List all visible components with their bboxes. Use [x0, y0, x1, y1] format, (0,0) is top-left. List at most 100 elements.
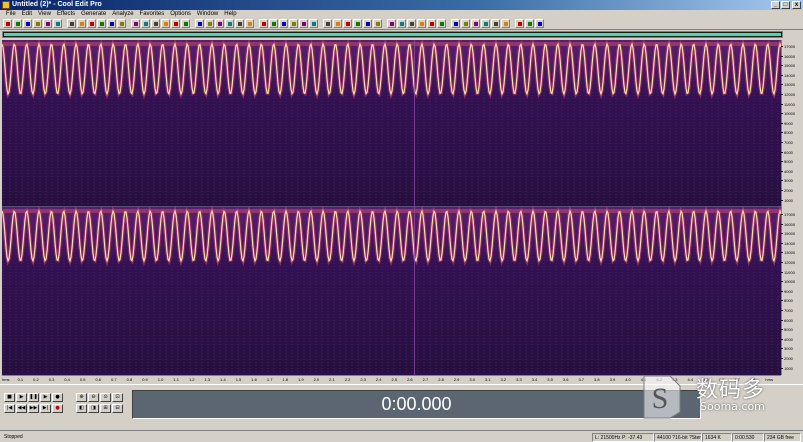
effect-13-icon[interactable]: [363, 19, 372, 28]
fast-forward-button[interactable]: ▶▶: [28, 404, 39, 413]
effect-24-icon[interactable]: [481, 19, 490, 28]
spectral-view-glyph: [110, 22, 114, 26]
effect-15-icon[interactable]: [387, 19, 396, 28]
zoom-full-icon[interactable]: ⊙: [100, 393, 111, 402]
select-tool-icon[interactable]: [141, 19, 150, 28]
effect-21-icon[interactable]: [451, 19, 460, 28]
menu-edit[interactable]: Edit: [19, 10, 35, 18]
stop-button[interactable]: ■: [4, 393, 15, 402]
effect-4-icon[interactable]: [269, 19, 278, 28]
cd-tool-icon[interactable]: [205, 19, 214, 28]
effect-3-glyph: [262, 22, 266, 26]
loop-icon[interactable]: [171, 19, 180, 28]
zoom-in-vertical-icon[interactable]: ⊞: [100, 404, 111, 413]
effect-19-icon[interactable]: [427, 19, 436, 28]
effect-1-icon[interactable]: [235, 19, 244, 28]
multitrack-view-icon[interactable]: [131, 19, 140, 28]
rewind-button[interactable]: ◀◀: [16, 404, 27, 413]
effect-5-icon[interactable]: [279, 19, 288, 28]
waveform-view-icon[interactable]: [117, 19, 126, 28]
effect-20-icon[interactable]: [437, 19, 446, 28]
maximize-button[interactable]: □: [781, 1, 790, 9]
effect-28-icon[interactable]: [525, 19, 534, 28]
spectral-view-icon[interactable]: [107, 19, 116, 28]
effect-18-icon[interactable]: [417, 19, 426, 28]
zoom-left-icon[interactable]: ◧: [76, 404, 87, 413]
hand-tool-icon[interactable]: [151, 19, 160, 28]
record-button[interactable]: ●: [52, 393, 63, 402]
effect-29-icon[interactable]: [535, 19, 544, 28]
effect-27-icon[interactable]: [515, 19, 524, 28]
overview-visible-range[interactable]: [4, 33, 781, 36]
effect-12-icon[interactable]: [353, 19, 362, 28]
menu-file[interactable]: File: [3, 10, 19, 18]
menu-generate[interactable]: Generate: [78, 10, 109, 18]
new-file-icon[interactable]: [3, 19, 12, 28]
zoom-out-horizontal-icon[interactable]: ⊖: [88, 393, 99, 402]
effect-16-icon[interactable]: [397, 19, 406, 28]
effect-10-icon[interactable]: [333, 19, 342, 28]
effect-26-glyph: [504, 22, 508, 26]
zoom-out-vertical-icon[interactable]: ⊟: [112, 404, 123, 413]
effect-9-icon[interactable]: [323, 19, 332, 28]
cut-icon[interactable]: [33, 19, 42, 28]
frequency-tick-label: 1000: [781, 365, 793, 371]
frequency-tick-label: 15000: [780, 63, 796, 69]
cd-tool-glyph: [208, 22, 212, 26]
effect-22-icon[interactable]: [461, 19, 470, 28]
status-format: 44100 ?16-bit ?Stereo: [654, 433, 702, 442]
zoom-right-icon[interactable]: ◨: [88, 404, 99, 413]
redo-icon[interactable]: [77, 19, 86, 28]
play-button[interactable]: ▶: [16, 393, 27, 402]
menu-favorites[interactable]: Favorites: [137, 10, 168, 18]
time-tick-label: 4.0: [625, 377, 631, 382]
effect-11-icon[interactable]: [343, 19, 352, 28]
time-tick-label: 3.4: [531, 377, 538, 382]
go-to-end-button[interactable]: ▶|: [40, 404, 51, 413]
undo-icon[interactable]: [67, 19, 76, 28]
cool-edit-window: Untitled (2)* - Cool Edit Pro _ □ x File…: [0, 0, 803, 442]
meter-icon[interactable]: [215, 19, 224, 28]
effect-7-icon[interactable]: [299, 19, 308, 28]
effect-26-icon[interactable]: [501, 19, 510, 28]
menu-view[interactable]: View: [35, 10, 54, 18]
record-settings-icon[interactable]: [195, 19, 204, 28]
menu-effects[interactable]: Effects: [54, 10, 78, 18]
spectral-view[interactable]: [2, 40, 781, 375]
zoom-in-horizontal-icon[interactable]: ⊕: [76, 393, 87, 402]
frequency-ruler: 17000 16000 15000 14000 13000 12000 11000 10000…: [780, 40, 803, 375]
open-file-icon[interactable]: [13, 19, 22, 28]
close-button[interactable]: x: [792, 1, 801, 9]
copy-icon[interactable]: [43, 19, 52, 28]
mix-icon[interactable]: [181, 19, 190, 28]
zoom-out-icon[interactable]: [97, 19, 106, 28]
effect-2-icon[interactable]: [245, 19, 254, 28]
save-file-icon[interactable]: [23, 19, 32, 28]
menu-window[interactable]: Window: [194, 10, 221, 18]
play-loop-button[interactable]: ▶: [40, 393, 51, 402]
time-tick-label: 2.8: [438, 377, 444, 382]
minimize-button[interactable]: _: [771, 1, 780, 9]
zoom-selection-icon[interactable]: ⊡: [112, 393, 123, 402]
effect-25-icon[interactable]: [491, 19, 500, 28]
go-to-start-button[interactable]: |◀: [4, 404, 15, 413]
effect-8-icon[interactable]: [309, 19, 318, 28]
overview-scrollbar[interactable]: [2, 31, 783, 38]
svg-text:S: S: [652, 382, 669, 415]
effect-6-icon[interactable]: [289, 19, 298, 28]
pause-button[interactable]: ❚❚: [28, 393, 39, 402]
marker-icon[interactable]: [161, 19, 170, 28]
zoom-in-icon[interactable]: [87, 19, 96, 28]
menu-options[interactable]: Options: [167, 10, 194, 18]
effect-3-icon[interactable]: [259, 19, 268, 28]
effect-14-icon[interactable]: [373, 19, 382, 28]
eq-icon[interactable]: [225, 19, 234, 28]
frequency-tick-label: 8000: [781, 298, 793, 304]
effect-23-icon[interactable]: [471, 19, 480, 28]
paste-icon[interactable]: [53, 19, 62, 28]
effect-17-icon[interactable]: [407, 19, 416, 28]
menu-bar: File Edit View Effects Generate Analyze …: [0, 10, 803, 18]
record-button-2[interactable]: ●: [52, 404, 63, 413]
menu-analyze[interactable]: Analyze: [109, 10, 136, 18]
menu-help[interactable]: Help: [221, 10, 239, 18]
